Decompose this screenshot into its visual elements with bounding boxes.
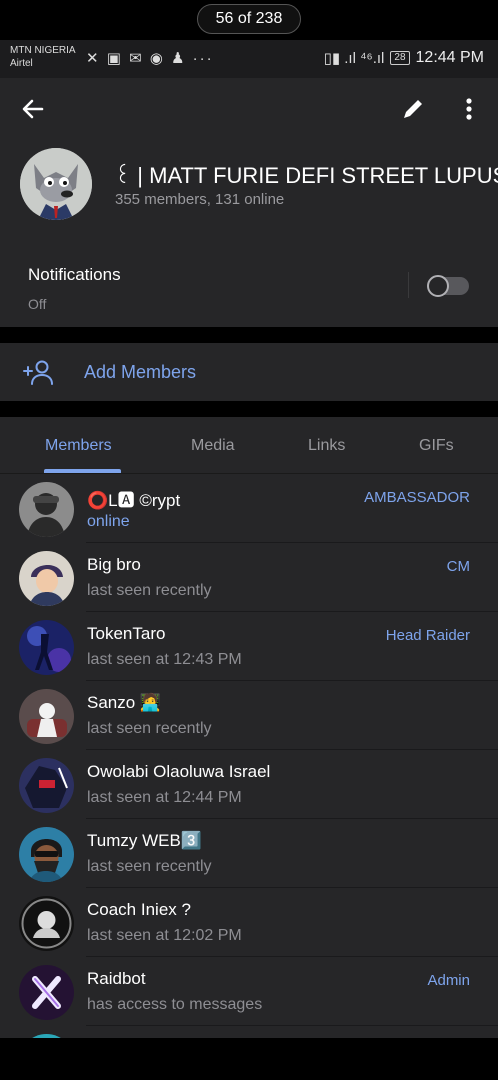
add-user-icon	[23, 360, 53, 385]
member-name: Coach Iniex ?	[87, 900, 191, 919]
member-status: last seen at 12:43 PM	[87, 651, 242, 668]
viewer-top-bar: 56 of 238	[0, 0, 498, 40]
divider	[408, 272, 409, 298]
carrier-secondary: Airtel	[10, 58, 33, 69]
wolf-avatar-icon	[20, 148, 92, 220]
status-time: 12:44 PM	[415, 49, 484, 66]
profile-tabs: Members Media Links GIFs	[0, 417, 498, 474]
member-row[interactable]: Big bro last seen recently CM	[0, 543, 498, 612]
signal-icon: ▯▮ .ıl ⁴⁶.ıl	[323, 50, 385, 67]
avatar	[19, 551, 74, 606]
members-list: ⭕L🅰 ©rypt online AMBASSADOR Big bro last…	[0, 474, 498, 1038]
pencil-icon	[404, 100, 422, 118]
member-row-partial[interactable]	[0, 1026, 498, 1038]
member-row[interactable]: Coach Iniex ? last seen at 12:02 PM	[0, 888, 498, 957]
battery-icon: 28	[390, 51, 410, 65]
notifications-toggle[interactable]	[427, 275, 469, 297]
toggle-knob	[427, 275, 449, 297]
member-status: online	[87, 513, 130, 530]
member-name: ⭕L🅰 ©rypt	[87, 491, 181, 510]
member-name: Sanzo 🧑‍💻	[87, 693, 162, 712]
member-row[interactable]: Owolabi Olaoluwa Israel last seen at 12:…	[0, 750, 498, 819]
avatar	[19, 482, 74, 537]
member-row[interactable]: Raidbot has access to messages Admin	[0, 957, 498, 1026]
carrier-primary: MTN NIGERIA	[10, 45, 76, 56]
avatar	[19, 758, 74, 813]
tab-media[interactable]: Media	[191, 437, 235, 455]
avatar	[19, 620, 74, 675]
member-status: last seen recently	[87, 720, 212, 737]
notifications-value: Off	[28, 296, 47, 312]
member-status: last seen recently	[87, 582, 212, 599]
image-counter: 56 of 238	[197, 4, 301, 34]
member-row[interactable]: Tumzy WEB3️⃣ last seen recently	[0, 819, 498, 888]
tab-members[interactable]: Members	[45, 437, 112, 455]
status-bar: MTN NIGERIA Airtel ✕ ▣ ✉ ◉ ♟ ··· ▯▮ .ıl …	[0, 40, 498, 78]
group-avatar[interactable]	[20, 148, 92, 220]
more-vertical-icon	[466, 98, 472, 120]
tab-links[interactable]: Links	[308, 437, 345, 455]
tab-gifs[interactable]: GIFs	[419, 437, 454, 455]
member-role: Head Raider	[385, 627, 470, 644]
member-row[interactable]: TokenTaro last seen at 12:43 PM Head Rai…	[0, 612, 498, 681]
edit-button[interactable]	[400, 94, 426, 124]
member-status: last seen at 12:44 PM	[87, 789, 242, 806]
active-tab-indicator	[44, 469, 121, 473]
member-role: AMBASSADOR	[364, 489, 470, 506]
section-gap	[0, 401, 498, 417]
notifications-row[interactable]: Notifications Off	[0, 245, 498, 327]
group-header: ꒰ | MATT FURIE DEFI STREET LUPUS 355 mem…	[0, 78, 498, 245]
group-title: ꒰ | MATT FURIE DEFI STREET LUPUS	[114, 163, 498, 188]
add-members-button[interactable]: Add Members	[0, 343, 498, 401]
more-options-button[interactable]	[458, 94, 480, 124]
add-members-label: Add Members	[84, 362, 197, 382]
member-name: Big bro	[87, 555, 141, 574]
member-status: has access to messages	[87, 996, 263, 1013]
member-status: last seen at 12:02 PM	[87, 927, 242, 944]
member-name: Raidbot	[87, 969, 146, 988]
member-role: Admin	[427, 972, 470, 989]
member-row[interactable]: Sanzo 🧑‍💻 last seen recently	[0, 681, 498, 750]
back-button[interactable]	[18, 94, 48, 124]
back-arrow-icon	[22, 99, 44, 119]
member-role: CM	[446, 558, 470, 575]
notifications-label: Notifications	[28, 265, 121, 284]
avatar	[19, 896, 74, 951]
member-status: last seen recently	[87, 858, 212, 875]
avatar	[19, 827, 74, 882]
member-name: Owolabi Olaoluwa Israel	[87, 762, 271, 781]
bottom-area	[0, 1038, 498, 1080]
section-gap	[0, 327, 498, 343]
group-member-count: 355 members, 131 online	[115, 191, 285, 208]
avatar	[19, 965, 74, 1020]
member-name: Tumzy WEB3️⃣	[87, 831, 202, 850]
notification-icons: ✕ ▣ ✉ ◉ ♟ ···	[86, 50, 214, 67]
carrier: MTN NIGERIA Airtel	[10, 44, 76, 70]
member-name: TokenTaro	[87, 624, 166, 643]
member-row[interactable]: ⭕L🅰 ©rypt online AMBASSADOR	[0, 474, 498, 543]
status-right: ▯▮ .ıl ⁴⁶.ıl 28 12:44 PM	[324, 49, 484, 67]
avatar	[19, 689, 74, 744]
